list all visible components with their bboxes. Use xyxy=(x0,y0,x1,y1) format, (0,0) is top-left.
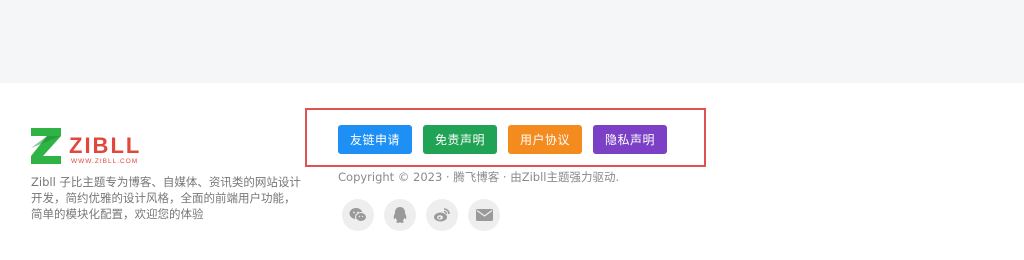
copyright-text: Copyright © 2023 · 腾飞博客 · 由Zibll主题强力驱动. xyxy=(338,170,620,184)
privacy-statement-button[interactable]: 隐私声明 xyxy=(593,125,667,154)
user-agreement-button[interactable]: 用户协议 xyxy=(508,125,582,154)
wechat-button[interactable] xyxy=(342,199,374,231)
logo-text: ZIBLL xyxy=(69,133,141,158)
qq-icon xyxy=(393,207,407,223)
logo-mark-icon: ZIBLL WWW.ZIBLL.COM xyxy=(31,128,141,165)
mail-icon xyxy=(475,209,493,221)
weibo-icon xyxy=(434,208,450,222)
page-top-area xyxy=(0,0,1024,83)
qq-button[interactable] xyxy=(384,199,416,231)
friend-link-button[interactable]: 友链申请 xyxy=(338,125,412,154)
logo-subtext: WWW.ZIBLL.COM xyxy=(71,158,138,165)
wechat-icon xyxy=(349,208,367,222)
site-description: Zibll 子比主题专为博客、自媒体、资讯类的网站设计开发，简约优雅的设计风格，… xyxy=(31,175,301,221)
disclaimer-button[interactable]: 免责声明 xyxy=(423,125,497,154)
zibll-logo[interactable]: ZIBLL WWW.ZIBLL.COM xyxy=(31,128,153,166)
weibo-button[interactable] xyxy=(426,199,458,231)
mail-button[interactable] xyxy=(468,199,500,231)
